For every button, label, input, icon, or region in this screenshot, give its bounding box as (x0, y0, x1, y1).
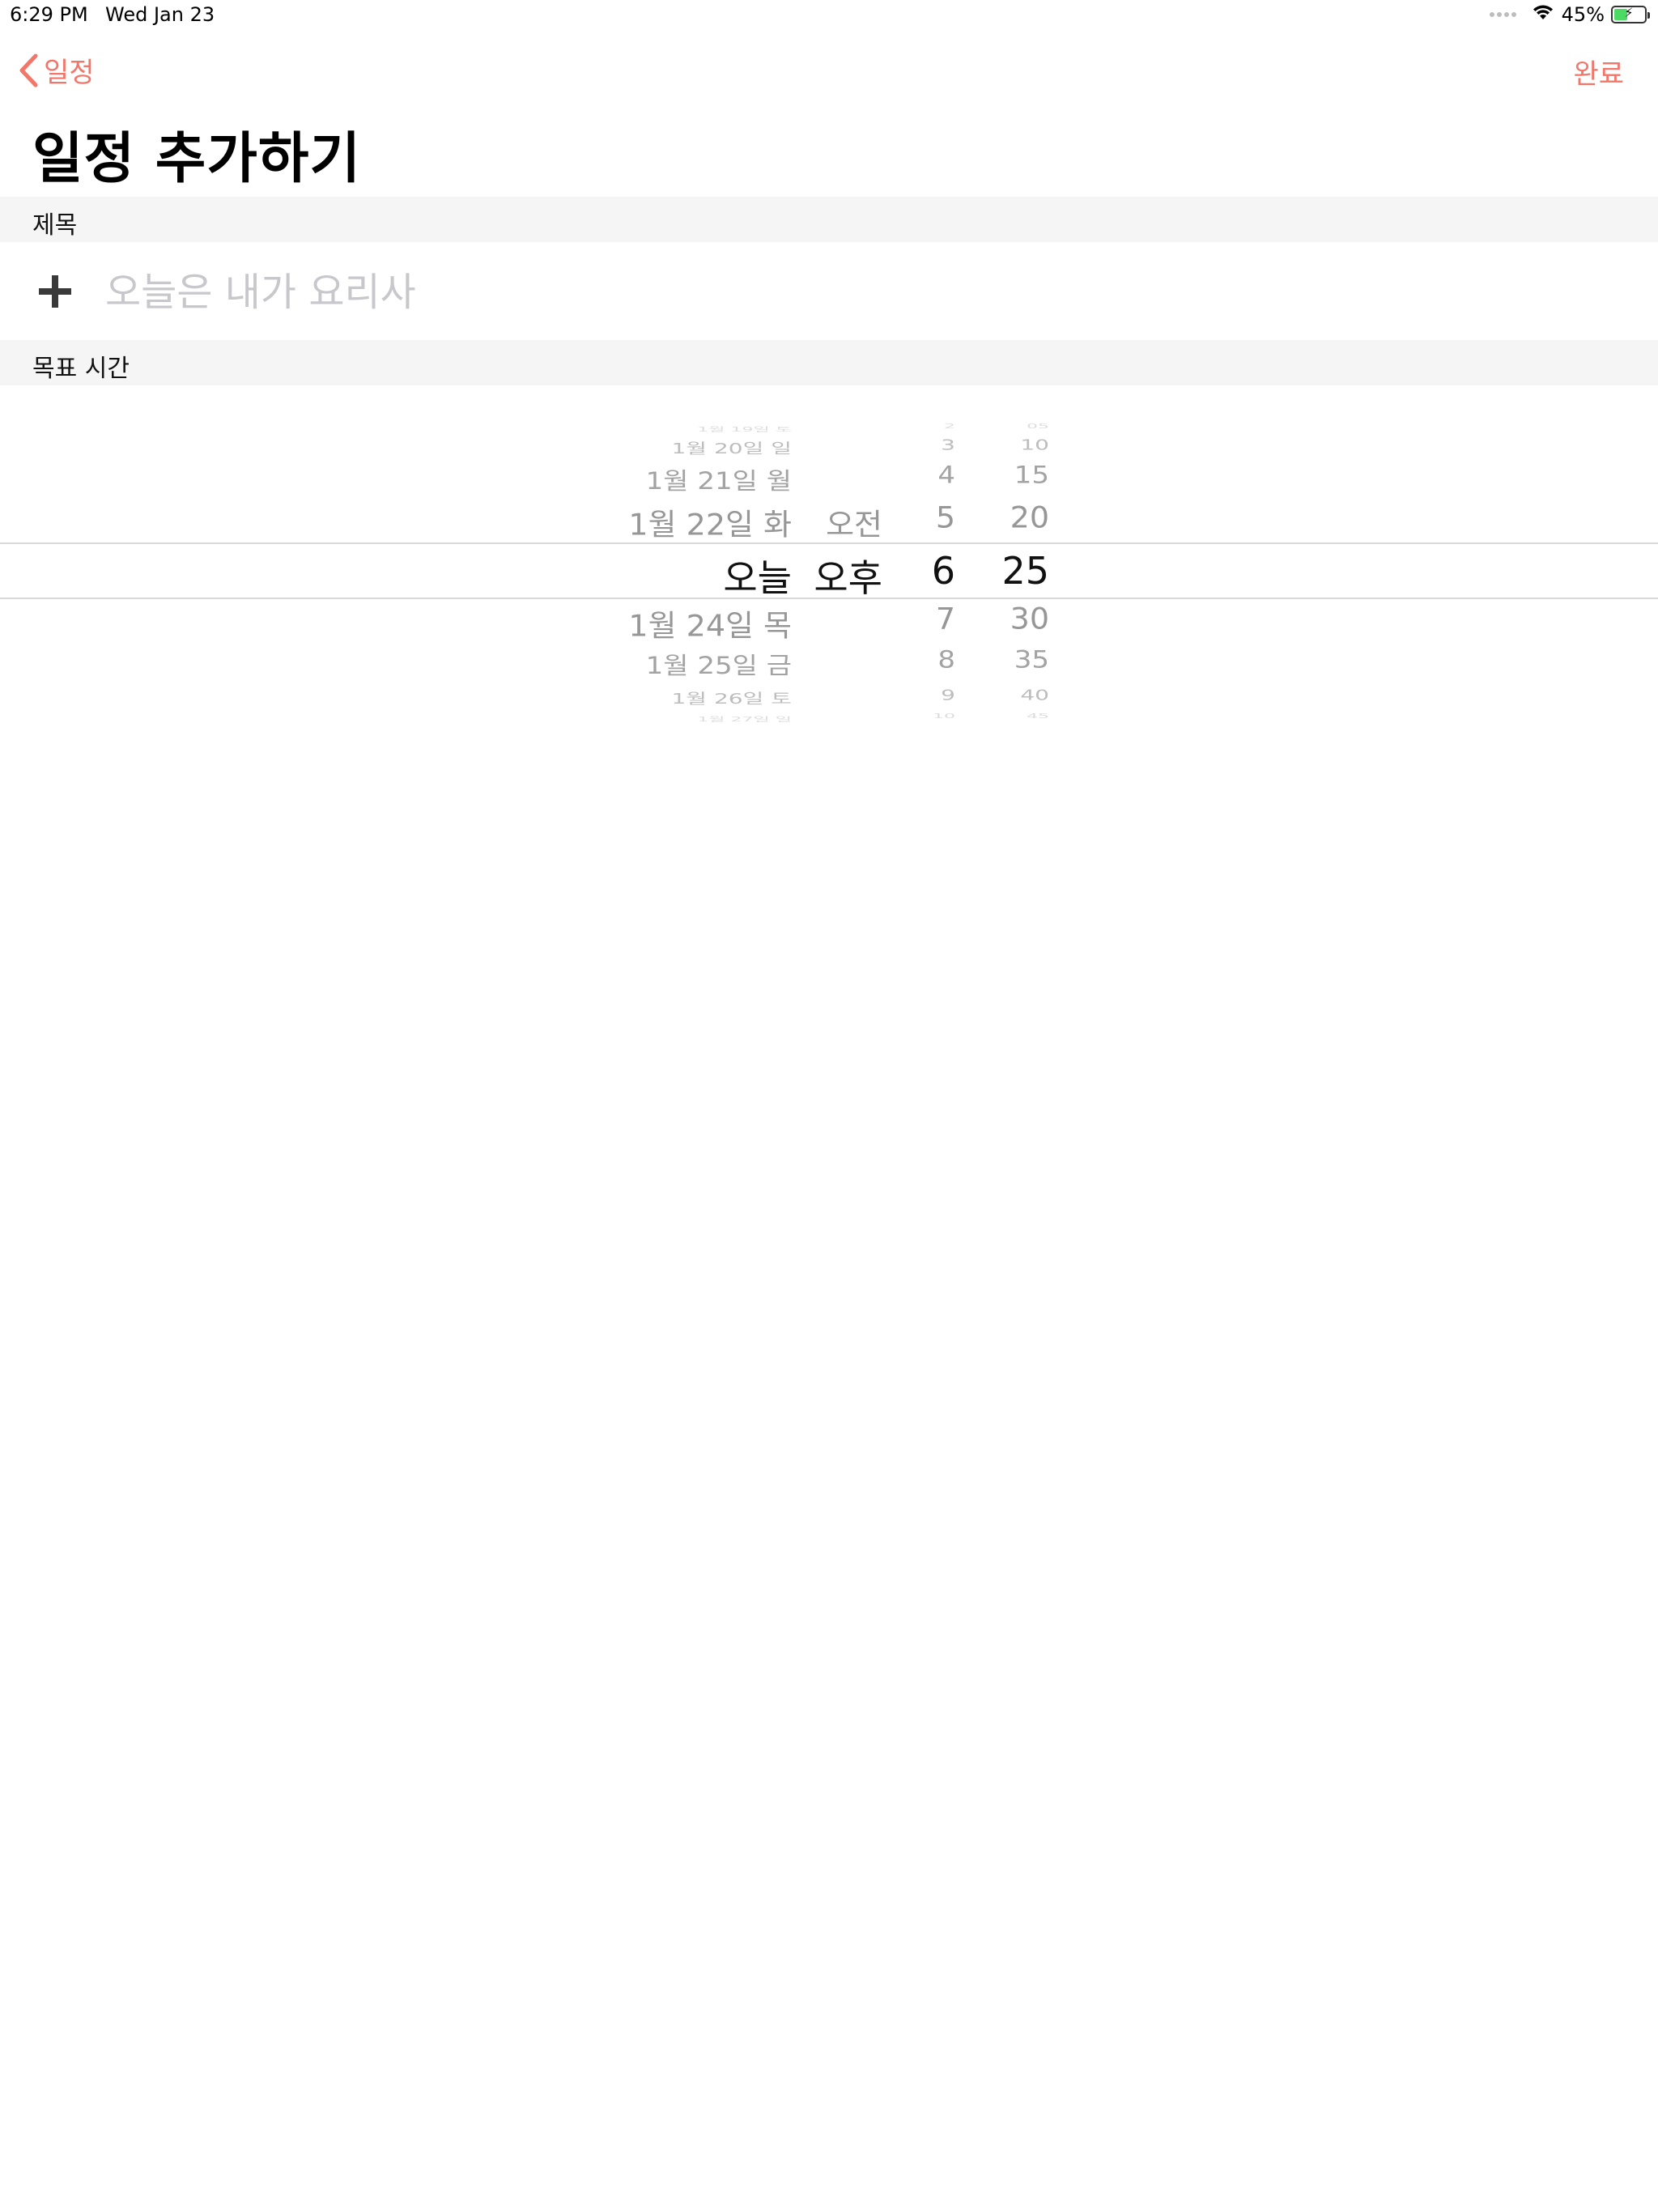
section-header-time: 목표 시간 (0, 340, 1658, 385)
minute-option[interactable]: 20 (1010, 500, 1049, 535)
section-header-title: 제목 (0, 197, 1658, 242)
hour-option[interactable]: 9 (941, 687, 955, 703)
minute-option[interactable]: 10 (1020, 436, 1049, 453)
status-bar: 6:29 PM Wed Jan 23 45% ⚡ (0, 0, 1658, 32)
hour-option[interactable]: 10 (933, 713, 955, 720)
selected-minute-option[interactable]: 25 (1001, 549, 1049, 593)
selected-ampm-option[interactable]: 오후 (814, 549, 882, 602)
minute-option[interactable]: 05 (1027, 423, 1049, 430)
hour-option[interactable]: 4 (937, 462, 955, 489)
date-option[interactable]: 1월 22일 화 (628, 500, 792, 543)
done-button[interactable]: 완료 (1573, 52, 1624, 91)
date-option[interactable]: 1월 19일 토 (697, 424, 792, 434)
plus-icon[interactable] (39, 275, 71, 308)
minute-option[interactable]: 45 (1027, 713, 1049, 720)
hour-option[interactable]: 5 (936, 500, 955, 535)
date-option[interactable]: 1월 27일 일 (697, 714, 792, 724)
screen: 6:29 PM Wed Jan 23 45% ⚡ 일정 완료 일정 추가하기 제… (0, 0, 1658, 2212)
minute-option[interactable]: 15 (1014, 462, 1049, 489)
status-time: 6:29 PM (10, 3, 88, 26)
chevron-left-icon (19, 53, 38, 87)
page-title: 일정 추가하기 (32, 127, 362, 191)
cellular-dots-icon (1489, 12, 1516, 17)
wifi-icon (1531, 3, 1555, 26)
date-time-picker[interactable]: 1월 19일 토 1월 20일 일 1월 21일 월 1월 22일 화오늘 1월 24일… (0, 405, 1658, 729)
status-right: 45% ⚡ (1489, 3, 1650, 26)
hour-option[interactable]: 2 (944, 423, 955, 430)
hour-option[interactable]: 7 (936, 602, 955, 636)
selected-hour-option[interactable]: 6 (932, 549, 955, 593)
minute-option[interactable]: 30 (1010, 602, 1049, 636)
date-option[interactable]: 1월 24일 목 (628, 602, 792, 644)
date-option[interactable]: 1월 26일 토 (671, 688, 792, 708)
battery-charging-icon: ⚡ (1611, 5, 1650, 23)
charging-bolt-icon: ⚡ (1624, 5, 1634, 20)
battery-percent: 45% (1561, 3, 1605, 26)
minute-option[interactable]: 40 (1020, 687, 1049, 703)
selected-date-option[interactable]: 오늘 (723, 549, 792, 602)
hour-option[interactable]: 8 (937, 646, 955, 674)
status-date: Wed Jan 23 (105, 3, 215, 26)
hour-option[interactable]: 3 (941, 436, 955, 453)
minute-option[interactable]: 35 (1014, 646, 1049, 674)
title-input[interactable] (104, 266, 1564, 319)
title-row (0, 243, 1658, 340)
section-header-label: 목표 시간 (32, 355, 130, 383)
date-option[interactable]: 1월 21일 월 (646, 462, 792, 496)
ampm-option[interactable]: 오전 (826, 500, 882, 543)
back-button-label: 일정 (44, 57, 95, 89)
section-header-label: 제목 (32, 211, 78, 240)
date-option[interactable]: 1월 20일 일 (671, 438, 792, 458)
date-option[interactable]: 1월 25일 금 (646, 646, 792, 680)
back-button[interactable]: 일정 (18, 50, 95, 90)
